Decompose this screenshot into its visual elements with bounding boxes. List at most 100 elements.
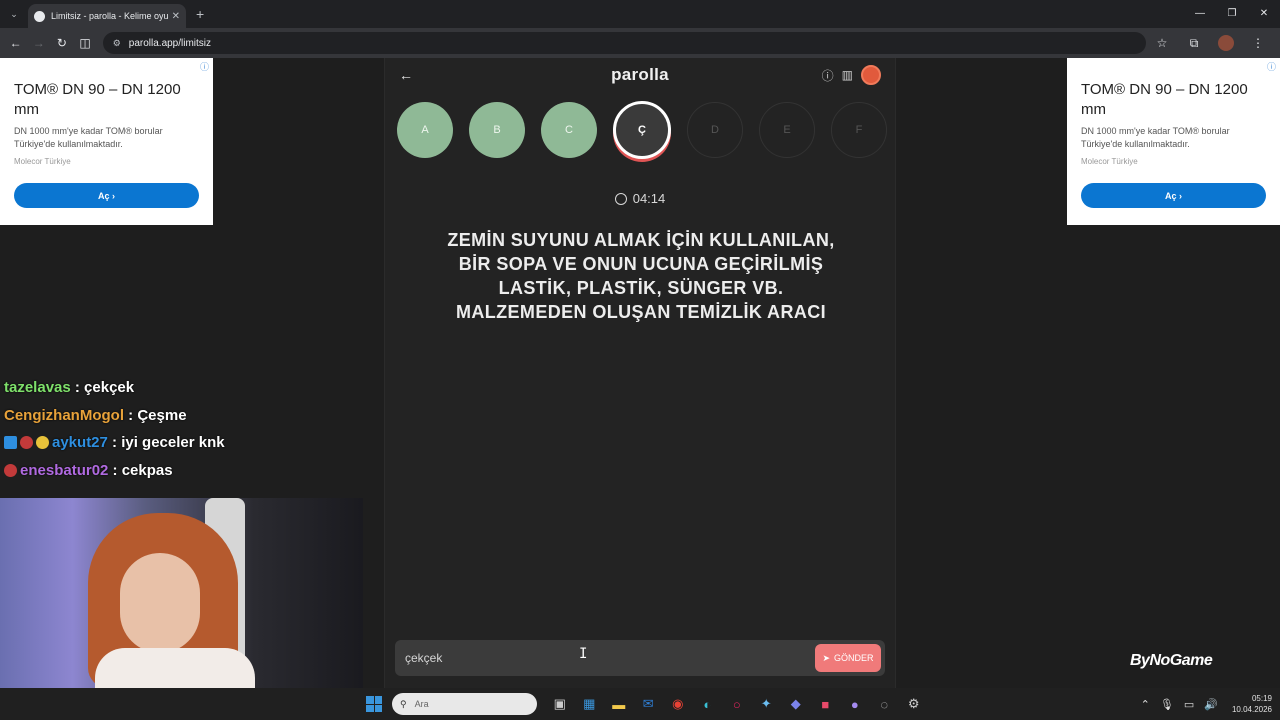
ad-advertiser: Molecor Türkiye bbox=[1081, 157, 1138, 166]
chat-username: enesbatur02 bbox=[20, 461, 109, 479]
settings-icon[interactable]: ⚙ bbox=[899, 693, 929, 715]
windows-start-icon[interactable] bbox=[366, 696, 382, 712]
letter-circle-3: Ç bbox=[613, 101, 671, 159]
ad-banner-right[interactable]: ⓘ TOM® DN 90 – DN 1200 mm DN 1000 mm'ye … bbox=[1067, 58, 1280, 225]
profile-avatar[interactable] bbox=[1218, 35, 1235, 51]
browser-menu-icon[interactable]: ⋮ bbox=[1242, 36, 1274, 50]
ad-info-icon[interactable]: ⓘ bbox=[1267, 60, 1276, 73]
letter-wheel: ABCÇDEF bbox=[397, 101, 903, 159]
side-panel-icon[interactable]: ◫ bbox=[74, 36, 97, 50]
address-bar[interactable]: ⚙ parolla.app/limitsiz bbox=[102, 32, 1147, 54]
bookmark-star-icon[interactable]: ☆ bbox=[1146, 36, 1178, 50]
tab-title: Limitsiz - parolla - Kelime oyunu bbox=[51, 11, 168, 21]
taskbar-date: 10.04.2026 bbox=[1231, 705, 1272, 714]
site-info-icon[interactable]: ⚙ bbox=[113, 38, 121, 49]
copilot-icon[interactable]: ✦ bbox=[752, 693, 782, 715]
ad-open-button[interactable]: Aç › bbox=[14, 183, 199, 208]
badge-icon bbox=[4, 463, 17, 477]
ad-open-label: Aç bbox=[1164, 190, 1177, 201]
ad-info-icon[interactable]: ⓘ bbox=[200, 60, 209, 73]
letter-circle-1: B bbox=[469, 102, 525, 158]
ad-advertiser: Molecor Türkiye bbox=[14, 157, 71, 166]
chat-message: CengizhanMogol : Çeşme bbox=[4, 402, 225, 430]
taskbar-search[interactable]: ⚲ Ara bbox=[392, 693, 537, 715]
chevron-right-icon: › bbox=[1176, 190, 1182, 201]
text-cursor-icon: I bbox=[579, 646, 588, 662]
store-icon[interactable]: ▦ bbox=[575, 693, 605, 715]
chat-text: : cekpas bbox=[112, 461, 173, 479]
send-button[interactable]: ➤ GÖNDER bbox=[815, 644, 881, 672]
task-view-icon[interactable]: ▣ bbox=[545, 693, 575, 715]
toolbar-actions: ☆ ⧉ ⋮ bbox=[1146, 35, 1280, 51]
back-arrow-icon[interactable]: ← bbox=[399, 67, 413, 83]
chat-username: CengizhanMogol bbox=[4, 406, 124, 424]
edge-icon[interactable]: ◐ bbox=[693, 693, 723, 715]
question-text: ZEMİN SUYUNU ALMAK İÇİN KULLANILAN, BİR … bbox=[447, 230, 835, 322]
badge-icon bbox=[4, 436, 17, 450]
letter-circle-6: F bbox=[831, 102, 887, 158]
webcam-overlay bbox=[0, 498, 363, 688]
game-header: ← parolla ⓘ ▥ bbox=[385, 58, 895, 92]
taskbar-clock[interactable]: 05:19 10.04.2026 bbox=[1232, 693, 1272, 715]
address-url: parolla.app/limitsiz bbox=[128, 37, 212, 49]
chat-text: : iyi geceler knk bbox=[112, 434, 225, 451]
snipping-icon[interactable]: ■ bbox=[811, 693, 841, 715]
browser-tab-bar: ⌄ Limitsiz - parolla - Kelime oyunu ✕ + … bbox=[0, 0, 1280, 28]
outlook-icon[interactable]: ✉ bbox=[634, 693, 664, 715]
chat-username: tazelavas bbox=[4, 379, 71, 396]
info-icon[interactable]: ⓘ bbox=[822, 67, 834, 84]
window-close-icon[interactable]: ✕ bbox=[1248, 0, 1280, 28]
answer-bar: I ➤ GÖNDER bbox=[395, 640, 885, 676]
obs-icon[interactable]: ● bbox=[840, 693, 870, 715]
new-tab-icon[interactable]: + bbox=[196, 6, 204, 22]
back-icon[interactable]: ← bbox=[4, 36, 27, 50]
answer-input[interactable] bbox=[405, 651, 815, 665]
reload-icon[interactable]: ↻ bbox=[50, 36, 73, 50]
maximize-icon[interactable]: ❐ bbox=[1216, 0, 1248, 28]
letter-circle-0: A bbox=[397, 102, 453, 158]
send-label: GÖNDER bbox=[834, 653, 874, 663]
os-taskbar: ⚲ Ara ▣ ▦ ▬ ✉ ◉ ◐ ○ ✦ ◆ ■ ● ◌ ⚙ ⌃ 🎙 ▭ 🔊 … bbox=[0, 688, 1280, 720]
chat-text: : Çeşme bbox=[128, 406, 187, 424]
chat-username: aykut27 bbox=[52, 434, 108, 451]
ad-description: DN 1000 mm'ye kadar TOM® borular Türkiye… bbox=[14, 126, 163, 149]
microphone-icon[interactable]: 🎙 bbox=[1160, 698, 1174, 711]
search-placeholder: Ara bbox=[414, 699, 429, 709]
ad-open-button[interactable]: Aç › bbox=[1081, 183, 1266, 208]
send-icon: ➤ bbox=[822, 652, 831, 663]
chat-message: aykut27 : iyi geceler knk bbox=[4, 429, 225, 457]
tab-search-icon[interactable]: ⌄ bbox=[6, 6, 22, 22]
app-icon[interactable]: ◌ bbox=[870, 693, 900, 715]
opera-icon[interactable]: ○ bbox=[722, 693, 752, 715]
site-favicon-icon bbox=[34, 10, 45, 22]
tray-expand-icon[interactable]: ⌃ bbox=[1141, 698, 1150, 711]
file-explorer-icon[interactable]: ▬ bbox=[604, 693, 634, 715]
ad-headline: TOM® DN 90 – DN 1200 mm bbox=[1081, 81, 1248, 118]
window-controls: — ❐ ✕ bbox=[1184, 0, 1280, 28]
minimize-icon[interactable]: — bbox=[1184, 0, 1216, 28]
ad-banner-left[interactable]: ⓘ TOM® DN 90 – DN 1200 mm DN 1000 mm'ye … bbox=[0, 58, 213, 225]
volume-icon[interactable]: 🔊 bbox=[1204, 698, 1218, 711]
chat-text: : çekçek bbox=[74, 379, 135, 396]
teams-icon[interactable]: ◆ bbox=[781, 693, 811, 715]
game-panel: ← parolla ⓘ ▥ ABCÇDEF 04:14 ZEMİN SUYUNU… bbox=[384, 58, 896, 688]
browser-tab[interactable]: Limitsiz - parolla - Kelime oyunu ✕ bbox=[28, 4, 186, 28]
extensions-icon[interactable]: ⧉ bbox=[1178, 36, 1210, 51]
taskbar-apps: ▣ ▦ ▬ ✉ ◉ ◐ ○ ✦ ◆ ■ ● ◌ ⚙ bbox=[545, 693, 929, 715]
browser-toolbar: ← → ↻ ◫ ⚙ parolla.app/limitsiz ☆ ⧉ ⋮ bbox=[0, 28, 1280, 58]
timer-value: 04:14 bbox=[632, 191, 666, 206]
webcam-person-face bbox=[120, 553, 200, 653]
letter-circle-2: C bbox=[541, 102, 597, 158]
ad-headline: TOM® DN 90 – DN 1200 mm bbox=[14, 81, 181, 118]
ad-description: DN 1000 mm'ye kadar TOM® borular Türkiye… bbox=[1081, 126, 1230, 149]
user-avatar[interactable] bbox=[861, 65, 881, 85]
display-icon[interactable]: ▭ bbox=[1184, 698, 1194, 711]
stats-icon[interactable]: ▥ bbox=[842, 68, 853, 82]
letter-circle-4: D bbox=[687, 102, 743, 158]
forward-icon[interactable]: → bbox=[27, 36, 50, 50]
search-icon: ⚲ bbox=[400, 698, 407, 709]
tab-close-icon[interactable]: ✕ bbox=[172, 11, 180, 22]
stream-chat-overlay: tazelavas : çekçek CengizhanMogol : Çeşme… bbox=[4, 374, 225, 484]
chrome-icon[interactable]: ◉ bbox=[663, 693, 693, 715]
timer: 04:14 bbox=[385, 191, 895, 206]
